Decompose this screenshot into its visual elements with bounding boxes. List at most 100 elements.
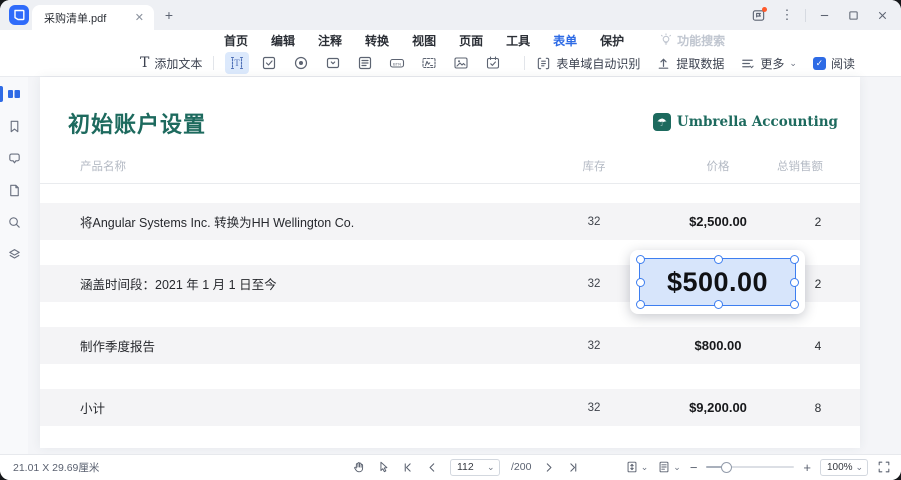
slider-thumb[interactable]: [721, 462, 732, 473]
selection-handle[interactable]: [636, 255, 645, 264]
zoom-level-dropdown[interactable]: 100% ⌄: [820, 459, 868, 476]
layers-panel-button[interactable]: [0, 239, 28, 269]
menu-comment[interactable]: 注释: [316, 31, 344, 50]
menu-edit[interactable]: 编辑: [269, 31, 297, 50]
chevron-down-icon: ⌄: [789, 58, 797, 69]
fullscreen-icon[interactable]: [877, 460, 891, 474]
menu-bar: 首页 编辑 注释 转换 视图 页面 工具 表单 保护 功能搜索: [0, 30, 901, 50]
cell-stock: 32: [564, 203, 624, 240]
maximize-button[interactable]: [842, 4, 864, 26]
first-page-icon[interactable]: [402, 461, 415, 474]
chevron-down-icon: ⌄: [855, 462, 863, 473]
push-button-tool[interactable]: BTN: [385, 52, 409, 74]
selection-handle[interactable]: [636, 278, 645, 287]
menu-form[interactable]: 表单: [551, 31, 579, 50]
table-header-row: 产品名称 库存 价格 总销售额: [40, 158, 860, 174]
cell-product: 将Angular Systems Inc. 转换为HH Wellington C…: [80, 203, 354, 240]
last-page-icon[interactable]: [566, 461, 579, 474]
selection-handle[interactable]: [790, 300, 799, 309]
bookmarks-panel-button[interactable]: [0, 111, 28, 141]
date-field-tool[interactable]: [481, 52, 505, 74]
document-viewport: 初始账户设置 ☂ Umbrella Accounting 产品名称 库存 价格 …: [28, 77, 901, 455]
chevron-down-icon[interactable]: ⌄: [487, 462, 495, 473]
zoom-slider[interactable]: [706, 461, 794, 473]
list-box-tool[interactable]: [353, 52, 377, 74]
menu-convert[interactable]: 转换: [363, 31, 391, 50]
extract-data-icon: [656, 56, 671, 71]
selection-handle[interactable]: [790, 278, 799, 287]
thumbnails-panel-button[interactable]: [0, 79, 28, 109]
column-header-total: 总销售额: [740, 158, 860, 174]
svg-text:T: T: [235, 58, 241, 68]
add-text-label: 添加文本: [154, 55, 202, 72]
zoom-level-value: 100%: [827, 462, 853, 473]
app-logo-icon: [9, 5, 29, 25]
menu-page[interactable]: 页面: [457, 31, 485, 50]
table-row: 制作季度报告 32 $800.00 4: [40, 327, 860, 364]
selected-form-field[interactable]: $500.00: [630, 250, 805, 314]
cell-total: 8: [788, 389, 848, 426]
read-checkbox-icon[interactable]: ✓: [813, 57, 826, 70]
divider: [213, 56, 214, 70]
tab-title: 采购清单.pdf: [44, 10, 133, 26]
cell-price: $9,200.00: [648, 389, 788, 426]
menu-protect[interactable]: 保护: [598, 31, 626, 50]
image-field-tool[interactable]: [449, 52, 473, 74]
menu-home[interactable]: 首页: [222, 31, 250, 50]
page-number-box[interactable]: ⌄: [450, 459, 500, 476]
image-field-icon: [453, 55, 469, 71]
divider: [524, 56, 525, 70]
document-tab[interactable]: 采购清单.pdf ✕: [32, 5, 154, 30]
cell-price: $2,500.00: [648, 203, 788, 240]
selection-handle[interactable]: [790, 255, 799, 264]
radio-button-tool[interactable]: [289, 52, 313, 74]
cell-stock: 32: [564, 389, 624, 426]
auto-recognize-button[interactable]: 表单域自动识别: [536, 55, 640, 72]
select-tool-icon[interactable]: [377, 460, 391, 474]
new-tab-button[interactable]: +: [160, 6, 178, 24]
zoom-out-button[interactable]: −: [690, 461, 698, 474]
previous-page-icon[interactable]: [426, 461, 439, 474]
search-panel-button[interactable]: [0, 207, 28, 237]
dropdown-tool[interactable]: [321, 52, 345, 74]
menu-view[interactable]: 视图: [410, 31, 438, 50]
menu-tool[interactable]: 工具: [504, 31, 532, 50]
text-field-tool[interactable]: T: [225, 52, 249, 74]
fit-page-button[interactable]: ⌄: [625, 460, 649, 474]
left-panel-bar: [0, 77, 28, 455]
minimize-button[interactable]: [813, 4, 835, 26]
read-mode-toggle[interactable]: ✓ 阅读: [813, 55, 855, 72]
comments-panel-button[interactable]: [0, 143, 28, 173]
table-row: 将Angular Systems Inc. 转换为HH Wellington C…: [40, 203, 860, 240]
fit-page-icon: [625, 460, 639, 474]
selection-handle[interactable]: [714, 300, 723, 309]
status-bar: 21.01 X 29.69厘米 ⌄ /200 ⌄ ⌄ −: [0, 454, 901, 480]
add-text-button[interactable]: T 添加文本: [140, 55, 202, 72]
attachments-panel-button[interactable]: [0, 175, 28, 205]
umbrella-icon: ☂: [653, 113, 671, 131]
feedback-icon[interactable]: [747, 4, 769, 26]
page-dimensions: 21.01 X 29.69厘米: [13, 455, 99, 479]
checkbox-icon: [261, 55, 277, 71]
close-button[interactable]: [871, 4, 893, 26]
zoom-in-button[interactable]: +: [803, 461, 811, 474]
feature-search[interactable]: 功能搜索: [659, 32, 725, 49]
signature-field-tool[interactable]: [417, 52, 441, 74]
more-tools-icon: [740, 56, 755, 71]
brand-name: Umbrella Accounting: [677, 114, 838, 130]
checkbox-tool[interactable]: [257, 52, 281, 74]
lightbulb-icon: [659, 33, 673, 47]
form-field-box[interactable]: $500.00: [639, 258, 796, 306]
tab-close-icon[interactable]: ✕: [133, 11, 146, 24]
extract-data-button[interactable]: 提取数据: [656, 55, 724, 72]
more-menu-icon[interactable]: ⋮: [776, 4, 798, 26]
page-number-input[interactable]: [457, 461, 483, 473]
page-layout-button[interactable]: ⌄: [657, 460, 681, 474]
hand-tool-icon[interactable]: [352, 460, 366, 474]
cell-product: 涵盖时间段：2021 年 1 月 1 日至今: [80, 265, 277, 302]
read-mode-label: 阅读: [831, 55, 855, 72]
more-tools-button[interactable]: 更多 ⌄: [740, 55, 797, 72]
selection-handle[interactable]: [714, 255, 723, 264]
selection-handle[interactable]: [636, 300, 645, 309]
next-page-icon[interactable]: [542, 461, 555, 474]
